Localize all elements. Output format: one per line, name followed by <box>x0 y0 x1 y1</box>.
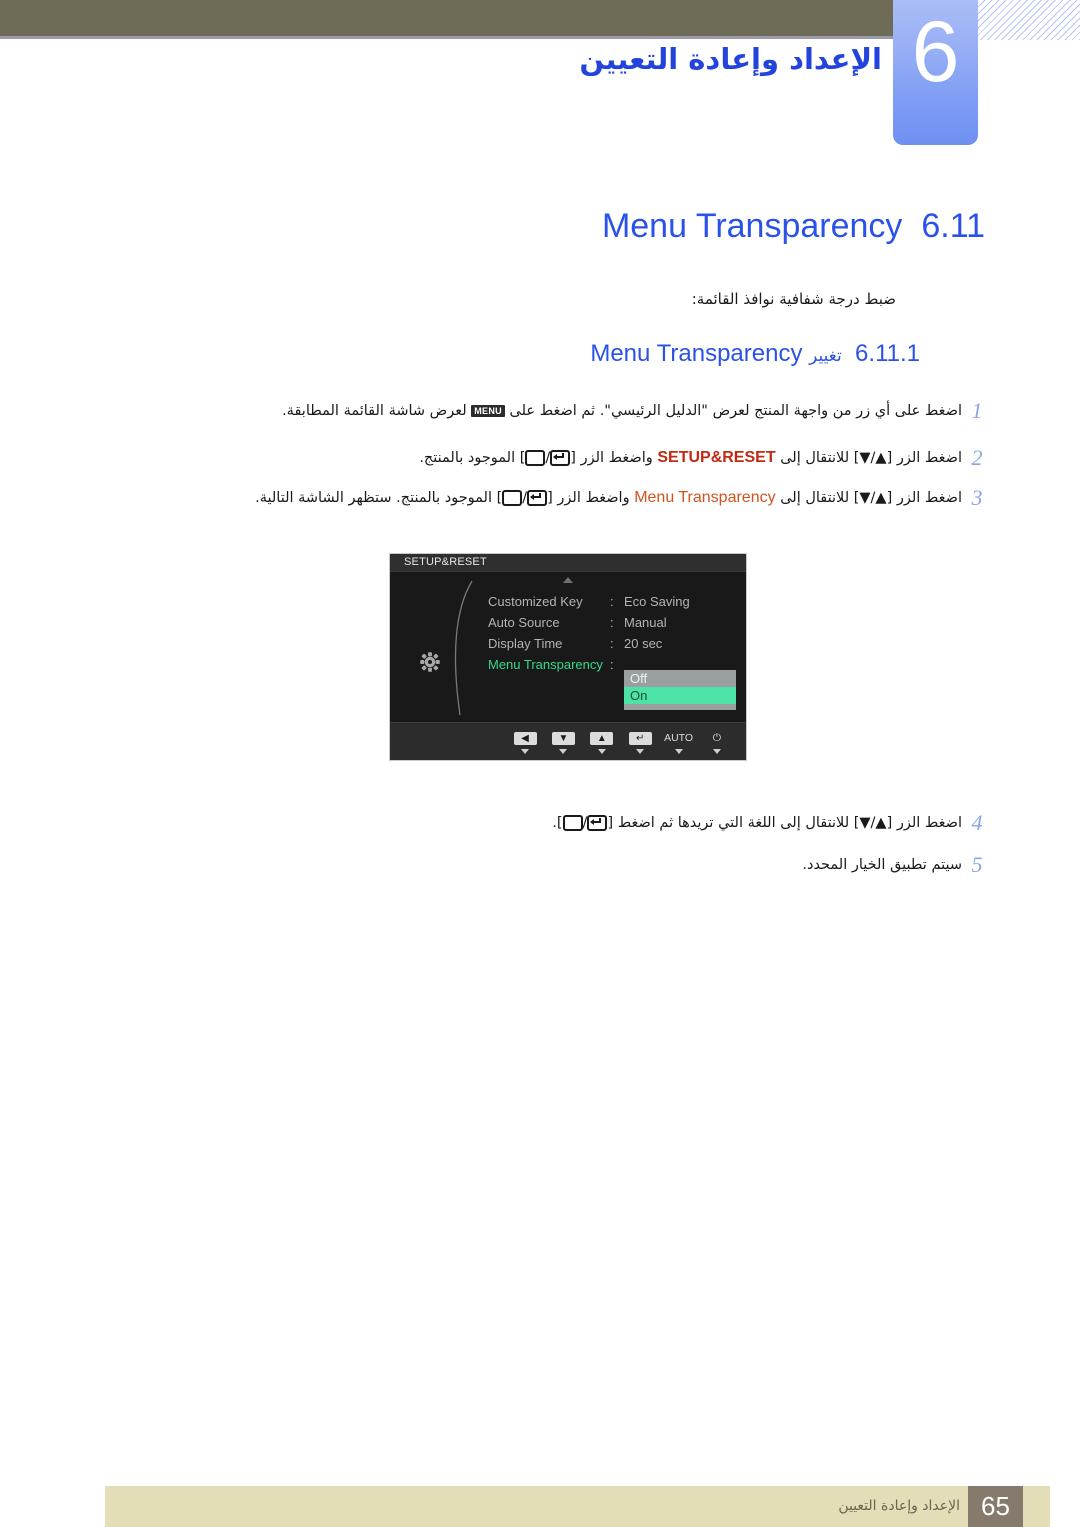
osd-row-display-time[interactable]: Display Time : 20 sec <box>488 633 738 654</box>
down-arrow-button-glyph: ▼ <box>551 732 575 745</box>
keyword-setup-reset: SETUP&RESET <box>657 449 776 466</box>
page-title: 6.11 Menu Transparency <box>602 207 985 246</box>
source-button-icon <box>525 450 546 466</box>
power-button-glyph: ⏻ <box>712 732 722 744</box>
osd-row-colon: : <box>610 657 614 672</box>
step-number: 1 <box>971 398 983 423</box>
source-button-icon <box>502 490 523 506</box>
gear-icon <box>420 652 440 672</box>
step-item: 2 اضغط الزر [▲/▼] للانتقال إلى SETUP&RESE… <box>419 445 992 471</box>
button-caret-icon <box>636 749 645 754</box>
step-text: اضغط الزر [▲/▼] للانتقال إلى SETUP&RESET… <box>419 449 962 466</box>
step-text: سيتم تطبيق الخيار المحدد. <box>802 857 962 873</box>
button-caret-icon <box>597 749 606 754</box>
button-caret-icon <box>674 749 683 754</box>
keyword-menu-transparency: Menu Transparency <box>634 489 776 506</box>
section-title-en: Menu Transparency <box>601 207 903 245</box>
osd-menu-rows: Customized Key : Eco Saving Auto Source … <box>488 591 738 675</box>
enter-button-glyph: ↵ <box>628 732 652 745</box>
step-text: اضغط على أي زر من واجهة المنتج لعرض "الد… <box>282 403 962 419</box>
osd-row-colon: : <box>610 594 614 609</box>
step-number: 2 <box>971 445 983 470</box>
scroll-up-caret-icon <box>563 577 573 583</box>
enter-button[interactable]: ↵ <box>623 728 657 754</box>
step-text: اضغط الزر [▲/▼] للانتقال إلى Menu Transp… <box>255 489 962 506</box>
osd-row-customized-key[interactable]: Customized Key : Eco Saving <box>488 591 738 612</box>
button-caret-icon <box>712 749 721 754</box>
osd-title: SETUP&RESET <box>404 556 487 568</box>
step-item: 3 اضغط الزر [▲/▼] للانتقال إلى Menu Trans… <box>255 485 992 511</box>
button-caret-icon <box>559 749 568 754</box>
osd-button-row: ◀ ▼ ▲ ↵ AUTO ⏻ <box>508 728 734 754</box>
step-number: 4 <box>971 810 983 835</box>
osd-transparency-dropdown[interactable]: Off On <box>624 670 736 710</box>
subsection-number: 6.11.1 <box>855 340 920 367</box>
enter-button-icon <box>587 815 608 831</box>
osd-dropdown-pad <box>624 704 736 710</box>
header-olive-bar <box>0 0 893 36</box>
subsection-title: 6.11.1 تغيير Menu Transparency <box>590 340 920 368</box>
osd-row-colon: : <box>610 615 614 630</box>
section-description: ضبط درجة شفافية نوافذ القائمة: <box>691 290 896 308</box>
menu-button-chip: MENU <box>471 405 505 417</box>
osd-screenshot: SETUP&RESET Customized Key : Eco Saving … <box>389 553 747 761</box>
osd-row-value: 20 sec <box>624 636 663 651</box>
step-number: 3 <box>971 485 983 510</box>
subsection-label-ar: تغيير <box>809 346 842 366</box>
header-hatch-pattern <box>978 0 1080 40</box>
osd-body: Customized Key : Eco Saving Auto Source … <box>390 571 746 724</box>
osd-row-value: Manual <box>624 615 667 630</box>
osd-row-value: Eco Saving <box>624 594 690 609</box>
power-button[interactable]: ⏻ <box>700 728 734 754</box>
button-caret-icon <box>521 749 529 754</box>
header-olive-underline <box>0 36 893 39</box>
step-item: 1 اضغط على أي زر من واجهة المنتج لعرض "ال… <box>282 398 992 424</box>
osd-row-label: Auto Source <box>488 615 560 630</box>
osd-row-label: Display Time <box>488 636 563 651</box>
left-arrow-button-glyph: ◀ <box>513 732 537 745</box>
osd-divider-curve <box>454 580 473 716</box>
osd-row-label: Menu Transparency <box>488 657 603 672</box>
left-arrow-button[interactable]: ◀ <box>508 728 542 754</box>
osd-option-on[interactable]: On <box>624 687 736 704</box>
auto-button[interactable]: AUTO <box>662 728 696 754</box>
step-item: 5 سيتم تطبيق الخيار المحدد. <box>802 852 992 878</box>
chapter-title: الإعداد وإعادة التعيين <box>579 42 882 76</box>
source-button-icon <box>562 815 583 831</box>
osd-row-colon: : <box>610 636 614 651</box>
step-number: 5 <box>971 852 983 877</box>
down-arrow-button[interactable]: ▼ <box>546 728 580 754</box>
enter-button-icon <box>527 490 548 506</box>
step-item: 4 اضغط الزر [▲/▼] للانتقال إلى اللغة التي… <box>552 810 992 836</box>
subsection-title-en: Menu Transparency <box>590 340 803 367</box>
section-number: 6.11 <box>921 207 985 245</box>
chapter-number: 6 <box>911 4 960 100</box>
enter-button-icon <box>550 450 571 466</box>
step-text: اضغط الزر [▲/▼] للانتقال إلى اللغة التي … <box>552 815 962 831</box>
up-arrow-button[interactable]: ▲ <box>585 728 619 754</box>
page-number: 65 <box>981 1491 1010 1521</box>
up-arrow-button-glyph: ▲ <box>590 732 614 745</box>
footer-text: الإعداد وإعادة التعيين <box>838 1498 960 1514</box>
osd-option-off[interactable]: Off <box>624 670 736 687</box>
osd-row-label: Customized Key <box>488 594 583 609</box>
osd-button-bar: ◀ ▼ ▲ ↵ AUTO ⏻ <box>390 722 746 760</box>
auto-button-glyph: AUTO <box>664 732 694 744</box>
osd-row-auto-source[interactable]: Auto Source : Manual <box>488 612 738 633</box>
